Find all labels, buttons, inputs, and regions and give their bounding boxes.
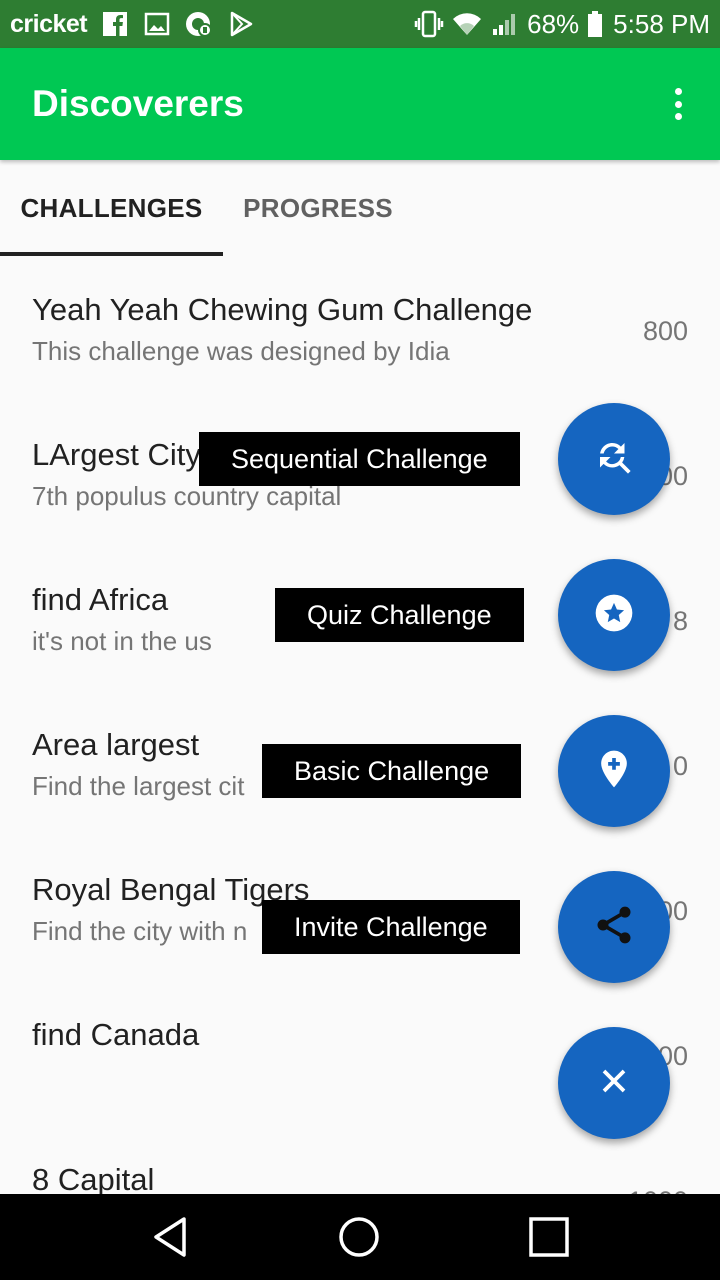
star-circle-icon: [592, 591, 636, 640]
challenge-title: find Africa: [32, 582, 169, 617]
play-store-icon: [225, 8, 257, 40]
wifi-icon: [451, 8, 483, 40]
signal-icon: [489, 8, 521, 40]
challenge-title: find Canada: [32, 1017, 200, 1052]
clock: 5:58 PM: [613, 8, 710, 39]
vibrate-icon: [413, 8, 445, 40]
screen: cricket 68% 5:58 PM Discoverers CHALLENG…: [0, 0, 720, 1280]
share-icon: [592, 903, 636, 952]
back-icon[interactable]: [144, 1211, 196, 1263]
challenge-points: 800: [642, 316, 688, 346]
find-replace-icon: [593, 436, 635, 483]
challenge-subtitle: This challenge was designed by Idia: [32, 336, 450, 366]
battery-percent: 68%: [527, 8, 580, 39]
challenge-points: 1000: [628, 1186, 688, 1194]
invite-challenge-fab[interactable]: [558, 871, 670, 983]
sync-app-icon: [183, 8, 215, 40]
challenge-subtitle: Find the city with n: [32, 916, 248, 946]
status-right: 68% 5:58 PM: [413, 8, 710, 40]
tab-bar: CHALLENGES PROGRESS: [0, 160, 720, 256]
challenge-title: Area largest: [32, 727, 200, 762]
status-bar: cricket 68% 5:58 PM: [0, 0, 720, 48]
more-vert-icon[interactable]: [658, 84, 698, 124]
sequential-challenge-label[interactable]: Sequential Challenge: [199, 432, 520, 486]
challenge-subtitle: it's not in the us: [32, 626, 212, 656]
challenge-title: 8 Capital: [32, 1162, 155, 1194]
battery-icon: [585, 8, 605, 40]
tab-progress[interactable]: PROGRESS: [223, 160, 413, 256]
challenge-subtitle: Find the largest cit: [32, 771, 245, 801]
dot: [674, 113, 682, 120]
challenge-points: 0: [672, 751, 688, 781]
basic-challenge-fab[interactable]: [558, 715, 670, 827]
navigation-bar: [0, 1194, 720, 1280]
basic-challenge-label[interactable]: Basic Challenge: [262, 744, 522, 798]
facebook-icon: [99, 8, 131, 40]
close-icon: [599, 1066, 629, 1101]
quiz-challenge-fab[interactable]: [558, 559, 670, 671]
carrier-label: cricket: [10, 9, 88, 38]
challenge-title: LArgest City: [32, 437, 201, 472]
close-fab-menu-button[interactable]: [558, 1027, 670, 1139]
challenge-points: 8: [672, 606, 688, 636]
dot: [674, 100, 682, 108]
list-item[interactable]: Yeah Yeah Chewing Gum Challenge This cha…: [0, 256, 720, 401]
quiz-challenge-label[interactable]: Quiz Challenge: [275, 588, 524, 642]
recents-icon[interactable]: [523, 1211, 575, 1263]
tab-challenges[interactable]: CHALLENGES: [0, 160, 223, 256]
sequential-challenge-fab[interactable]: [558, 403, 670, 515]
add-location-icon: [592, 747, 636, 796]
app-bar: Discoverers: [0, 48, 720, 160]
app-title: Discoverers: [32, 83, 244, 124]
gallery-icon: [141, 8, 173, 40]
invite-challenge-label[interactable]: Invite Challenge: [262, 900, 520, 954]
challenge-title: Yeah Yeah Chewing Gum Challenge: [32, 292, 533, 327]
dot: [674, 88, 682, 95]
home-icon[interactable]: [333, 1211, 385, 1263]
